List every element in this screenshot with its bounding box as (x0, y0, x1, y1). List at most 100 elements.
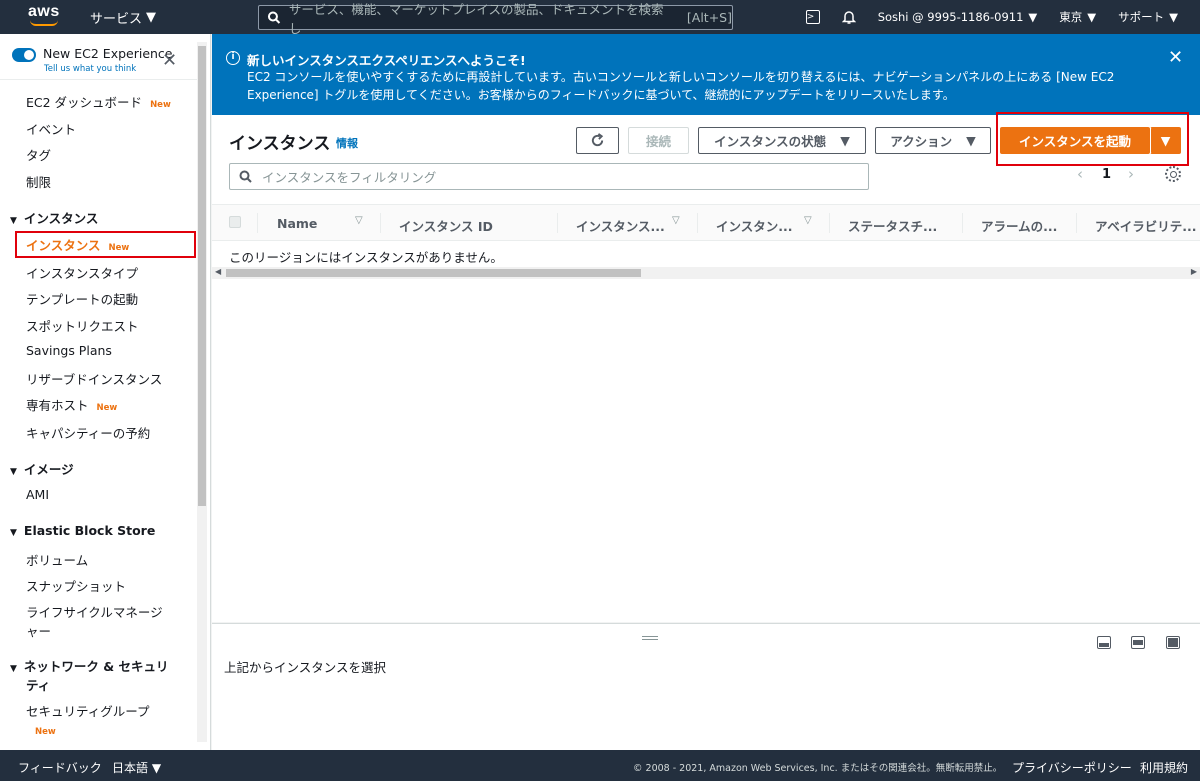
caret-down-icon: ▼ (146, 9, 157, 25)
panel-middle-icon[interactable] (1131, 636, 1145, 649)
sidebar-scrollbar-thumb[interactable] (198, 46, 206, 506)
caret-down-icon: ▼ (1087, 10, 1097, 24)
sidebar-section-instances[interactable]: ▼ インスタンス (10, 208, 98, 227)
refresh-button[interactable] (576, 127, 619, 154)
column-header-instance-state[interactable]: インスタンス... (576, 216, 665, 235)
sidebar-item-limits[interactable]: 制限 (26, 172, 51, 191)
services-label: サービス (90, 11, 143, 27)
account-menu[interactable]: Soshi @ 9995-1186-0911 ▼ (878, 10, 1038, 24)
sidebar-item-dedicated-hosts[interactable]: 専有ホスト New (26, 395, 117, 414)
table-horizontal-scrollbar[interactable]: ◀ ▶ (212, 267, 1200, 279)
column-separator (557, 213, 558, 233)
bell-icon[interactable] (841, 10, 856, 24)
new-experience-toggle[interactable] (12, 48, 36, 62)
sidebar-section-network-security[interactable]: ▼ ネットワーク & セキュリ (10, 656, 169, 675)
split-panel-message: 上記からインスタンスを選択 (224, 660, 387, 675)
sidebar-section-images[interactable]: ▼ イメージ (10, 459, 74, 478)
actions-dropdown[interactable]: アクション ▼ (875, 127, 991, 154)
search-shortcut: [Alt+S] (686, 10, 732, 25)
close-icon[interactable]: ✕ (1168, 47, 1183, 68)
sidebar-item-volumes[interactable]: ボリューム (26, 550, 88, 569)
support-menu[interactable]: サポート ▼ (1118, 9, 1178, 25)
info-link[interactable]: 情報 (336, 135, 358, 151)
sidebar-item-lifecycle-manager[interactable]: ライフサイクルマネージ (26, 602, 163, 621)
sidebar-section-ebs[interactable]: ▼ Elastic Block Store (10, 523, 155, 538)
caret-down-icon: ▼ (840, 133, 850, 148)
language-selector[interactable]: 日本語 ▼ (112, 759, 161, 776)
sidebar-item-snapshots[interactable]: スナップショット (26, 576, 126, 595)
sidebar: New EC2 Experience Tell us what you thin… (0, 34, 211, 750)
account-label: Soshi @ 9995-1186-0911 (877, 10, 1024, 24)
sidebar-item-ami[interactable]: AMI (26, 487, 49, 502)
sidebar-item-events[interactable]: イベント (26, 119, 76, 138)
instance-state-label: インスタンスの状態 (714, 134, 827, 149)
caret-down-icon: ▼ (1169, 10, 1178, 24)
sort-icon[interactable]: ▽ (355, 215, 363, 226)
instance-state-dropdown[interactable]: インスタンスの状態 ▼ (698, 127, 866, 154)
sidebar-item-label: 専有ホスト (26, 398, 89, 413)
sidebar-item-instance-types[interactable]: インスタンスタイプ (26, 263, 138, 282)
scroll-left-icon[interactable]: ◀ (215, 267, 221, 276)
highlight-box-sidebar (15, 231, 196, 258)
column-header-alarm-status[interactable]: アラームの... (981, 216, 1057, 235)
feedback-link[interactable]: Tell us what you think (44, 64, 136, 74)
column-separator (829, 213, 830, 233)
sidebar-item-capacity-reservations[interactable]: キャパシティーの予約 (26, 423, 150, 442)
new-badge-label: New (35, 727, 56, 737)
refresh-icon (591, 133, 604, 147)
sidebar-item-lifecycle-manager-cont[interactable]: ャー (26, 621, 51, 640)
sidebar-item-dashboard[interactable]: EC2 ダッシュボード New (26, 92, 171, 111)
region-menu[interactable]: 東京 ▼ (1059, 9, 1096, 25)
select-all-checkbox[interactable] (229, 216, 241, 228)
scroll-right-icon[interactable]: ▶ (1191, 267, 1197, 276)
services-menu[interactable]: サービス ▼ (90, 8, 156, 27)
filter-placeholder: インスタンスをフィルタリング (262, 170, 437, 185)
scrollbar-thumb[interactable] (226, 269, 641, 277)
split-panel: 上記からインスタンスを選択 (212, 623, 1200, 750)
top-nav: aws サービス ▼ サービス、機能、マーケットプレイスの製品、ドキュメントを検… (0, 0, 1200, 36)
column-header-instance-type[interactable]: インスタン... (716, 216, 793, 235)
terms-link[interactable]: 利用規約 (1140, 759, 1188, 776)
sidebar-item-reserved-instances[interactable]: リザーブドインスタンス (26, 369, 162, 388)
close-icon[interactable]: ✕ (162, 50, 177, 71)
sidebar-item-security-groups[interactable]: セキュリティグループ (26, 701, 150, 720)
panel-full-icon[interactable] (1166, 636, 1180, 649)
new-badge: New (150, 100, 171, 110)
sidebar-item-tags[interactable]: タグ (26, 145, 51, 164)
feedback-link[interactable]: フィードバック (18, 759, 102, 776)
sidebar-section-network-security-cont[interactable]: ティ (26, 675, 50, 694)
column-separator (380, 213, 381, 233)
footer: フィードバック 日本語 ▼ © 2008 - 2021, Amazon Web … (0, 750, 1200, 781)
flash-body: EC2 コンソールを使いやすくするために再設計しています。古いコンソールと新しい… (247, 70, 1115, 102)
resize-handle-icon[interactable] (642, 636, 658, 640)
connect-button[interactable]: 接続 (628, 127, 689, 154)
page-title: インスタンス (229, 134, 331, 154)
panel-bottom-icon[interactable] (1097, 636, 1111, 649)
sort-icon[interactable]: ▽ (672, 215, 680, 226)
column-header-availability-zone[interactable]: アベイラビリテ... (1095, 216, 1197, 235)
column-header-instance-id[interactable]: インスタンス ID (399, 216, 493, 235)
empty-table-message: このリージョンにはインスタンスがありません。 (229, 250, 503, 265)
privacy-policy-link[interactable]: プライバシーポリシー (1012, 759, 1132, 776)
info-icon: i (226, 51, 240, 65)
caret-down-icon: ▼ (966, 133, 976, 148)
gear-icon[interactable] (1165, 166, 1181, 182)
column-separator (1076, 213, 1077, 233)
copyright-text: © 2008 - 2021, Amazon Web Services, Inc.… (633, 763, 1003, 774)
sidebar-scrollbar[interactable] (197, 42, 207, 742)
section-label: Elastic Block Store (23, 523, 156, 538)
sort-icon[interactable]: ▽ (804, 215, 812, 226)
aws-logo[interactable]: aws (26, 0, 70, 34)
page-number[interactable]: 1 (1102, 167, 1111, 182)
global-search-input[interactable]: サービス、機能、マーケットプレイスの製品、ドキュメントを検索し [Alt+S] (258, 2, 733, 36)
sidebar-item-spot-requests[interactable]: スポットリクエスト (26, 316, 139, 335)
sidebar-item-launch-templates[interactable]: テンプレートの起動 (26, 289, 138, 308)
column-header-name[interactable]: Name (277, 216, 317, 231)
caret-down-icon: ▼ (151, 761, 162, 775)
chevron-left-icon[interactable]: ‹ (1077, 165, 1083, 183)
chevron-right-icon[interactable]: › (1128, 165, 1134, 183)
instance-filter-input[interactable]: インスタンスをフィルタリング (229, 163, 869, 190)
column-header-status-check[interactable]: ステータスチ... (848, 216, 937, 235)
cloudshell-icon[interactable]: > (805, 10, 820, 24)
sidebar-item-savings-plans[interactable]: Savings Plans (26, 343, 112, 358)
